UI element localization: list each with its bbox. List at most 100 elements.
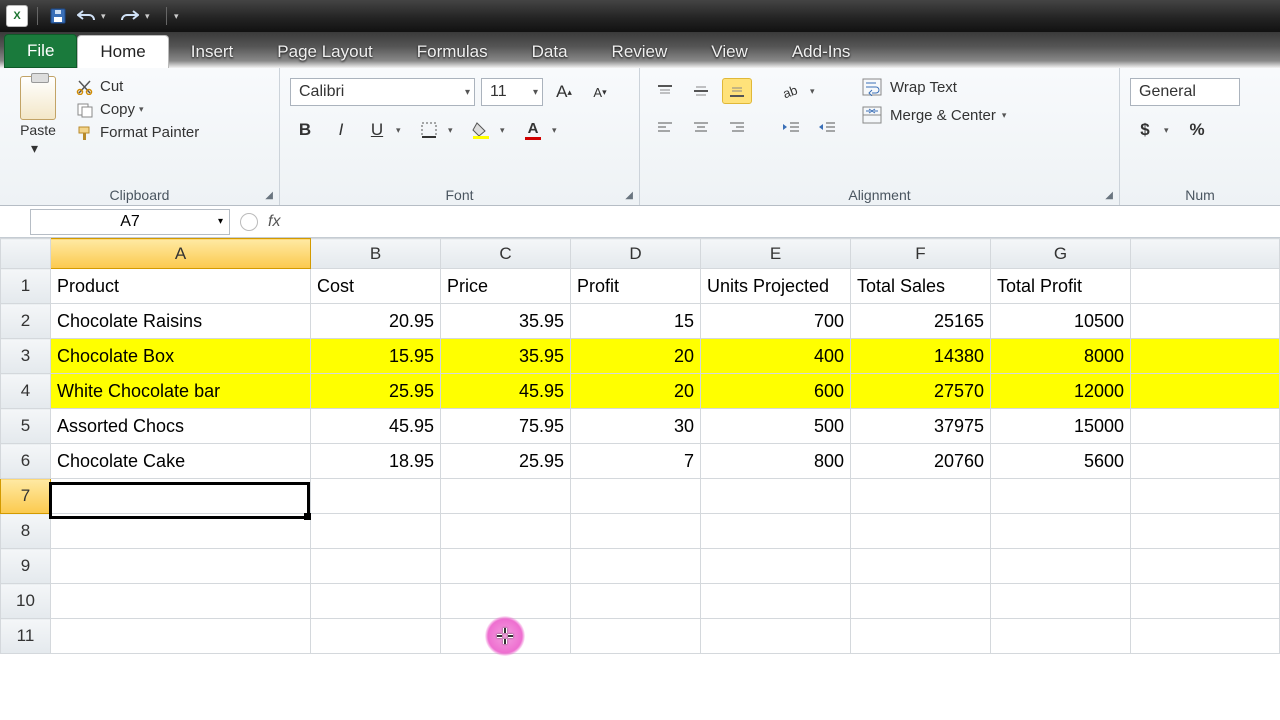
row-header-5[interactable]: 5: [1, 409, 51, 444]
cell-D6[interactable]: 7: [571, 444, 701, 479]
merge-dropdown[interactable]: ▾: [1002, 110, 1014, 121]
fill-color-button[interactable]: [466, 116, 496, 144]
cell-D1[interactable]: Profit: [571, 269, 701, 304]
col-header-extra[interactable]: [1131, 239, 1280, 269]
paste-dropdown[interactable]: ▾: [31, 140, 43, 157]
cell-C4[interactable]: 45.95: [441, 374, 571, 409]
cell-C8[interactable]: [441, 514, 571, 549]
tab-view[interactable]: View: [689, 36, 770, 68]
cell-E8[interactable]: [701, 514, 851, 549]
cell-D11[interactable]: [571, 619, 701, 654]
cell-E9[interactable]: [701, 549, 851, 584]
grow-font-button[interactable]: A▴: [549, 78, 579, 106]
cell-extra-6[interactable]: [1131, 444, 1280, 479]
font-color-dropdown[interactable]: ▾: [552, 125, 564, 136]
cell-A10[interactable]: [51, 584, 311, 619]
cell-C10[interactable]: [441, 584, 571, 619]
align-left-button[interactable]: [650, 114, 680, 140]
cell-B3[interactable]: 15.95: [311, 339, 441, 374]
decrease-indent-button[interactable]: [776, 114, 806, 140]
cell-A1[interactable]: Product: [51, 269, 311, 304]
cell-C1[interactable]: Price: [441, 269, 571, 304]
font-size-combo[interactable]: 11▾: [481, 78, 543, 106]
redo-dropdown[interactable]: ▾: [145, 11, 157, 22]
borders-button[interactable]: [414, 116, 444, 144]
cell-G2[interactable]: 10500: [991, 304, 1131, 339]
save-button[interactable]: [47, 5, 69, 27]
col-header-D[interactable]: D: [571, 239, 701, 269]
name-box-dropdown[interactable]: ▾: [218, 216, 223, 227]
cell-F10[interactable]: [851, 584, 991, 619]
col-header-F[interactable]: F: [851, 239, 991, 269]
shrink-font-button[interactable]: A▾: [585, 78, 615, 106]
col-header-E[interactable]: E: [701, 239, 851, 269]
row-header-8[interactable]: 8: [1, 514, 51, 549]
row-header-7[interactable]: 7: [1, 479, 51, 514]
col-header-B[interactable]: B: [311, 239, 441, 269]
cell-extra-3[interactable]: [1131, 339, 1280, 374]
row-header-10[interactable]: 10: [1, 584, 51, 619]
cell-B4[interactable]: 25.95: [311, 374, 441, 409]
accounting-dropdown[interactable]: ▾: [1164, 125, 1176, 136]
redo-button[interactable]: [119, 5, 141, 27]
row-header-9[interactable]: 9: [1, 549, 51, 584]
cell-E6[interactable]: 800: [701, 444, 851, 479]
copy-button[interactable]: Copy ▾: [76, 101, 199, 118]
tab-page-layout[interactable]: Page Layout: [255, 36, 394, 68]
row-header-2[interactable]: 2: [1, 304, 51, 339]
cell-E4[interactable]: 600: [701, 374, 851, 409]
align-center-button[interactable]: [686, 114, 716, 140]
cell-extra-11[interactable]: [1131, 619, 1280, 654]
tab-review[interactable]: Review: [590, 36, 690, 68]
cell-F3[interactable]: 14380: [851, 339, 991, 374]
cell-G8[interactable]: [991, 514, 1131, 549]
number-format-combo[interactable]: General: [1130, 78, 1240, 106]
underline-dropdown[interactable]: ▾: [396, 125, 408, 136]
undo-button[interactable]: [75, 5, 97, 27]
cell-G5[interactable]: 15000: [991, 409, 1131, 444]
cell-A3[interactable]: Chocolate Box: [51, 339, 311, 374]
qat-customize-dropdown[interactable]: ▾: [174, 11, 186, 22]
cell-E11[interactable]: [701, 619, 851, 654]
cell-D4[interactable]: 20: [571, 374, 701, 409]
cell-B8[interactable]: [311, 514, 441, 549]
cell-G10[interactable]: [991, 584, 1131, 619]
cell-F5[interactable]: 37975: [851, 409, 991, 444]
font-name-combo[interactable]: Calibri▾: [290, 78, 475, 106]
percent-format-button[interactable]: %: [1182, 116, 1212, 144]
cell-E5[interactable]: 500: [701, 409, 851, 444]
cell-A2[interactable]: Chocolate Raisins: [51, 304, 311, 339]
cell-G7[interactable]: [991, 479, 1131, 514]
orientation-button[interactable]: ab: [776, 78, 806, 104]
cell-C6[interactable]: 25.95: [441, 444, 571, 479]
cell-extra-10[interactable]: [1131, 584, 1280, 619]
clipboard-launcher[interactable]: ◢: [265, 190, 273, 201]
font-color-button[interactable]: A: [518, 116, 548, 144]
font-launcher[interactable]: ◢: [625, 190, 633, 201]
cell-extra-2[interactable]: [1131, 304, 1280, 339]
italic-button[interactable]: I: [326, 116, 356, 144]
cell-C9[interactable]: [441, 549, 571, 584]
cell-B6[interactable]: 18.95: [311, 444, 441, 479]
cell-F9[interactable]: [851, 549, 991, 584]
cell-extra-7[interactable]: [1131, 479, 1280, 514]
align-bottom-button[interactable]: [722, 78, 752, 104]
cell-A9[interactable]: [51, 549, 311, 584]
select-all-corner[interactable]: [1, 239, 51, 269]
cell-F8[interactable]: [851, 514, 991, 549]
cell-F7[interactable]: [851, 479, 991, 514]
cell-A8[interactable]: [51, 514, 311, 549]
cell-D5[interactable]: 30: [571, 409, 701, 444]
cell-E7[interactable]: [701, 479, 851, 514]
cell-B9[interactable]: [311, 549, 441, 584]
wrap-text-button[interactable]: Wrap Text: [862, 78, 1014, 96]
cell-G1[interactable]: Total Profit: [991, 269, 1131, 304]
col-header-G[interactable]: G: [991, 239, 1131, 269]
cell-extra-8[interactable]: [1131, 514, 1280, 549]
formula-input[interactable]: [300, 209, 1280, 235]
cell-B11[interactable]: [311, 619, 441, 654]
cell-A4[interactable]: White Chocolate bar: [51, 374, 311, 409]
underline-button[interactable]: U: [362, 116, 392, 144]
cell-D3[interactable]: 20: [571, 339, 701, 374]
cell-A7[interactable]: [51, 479, 311, 514]
